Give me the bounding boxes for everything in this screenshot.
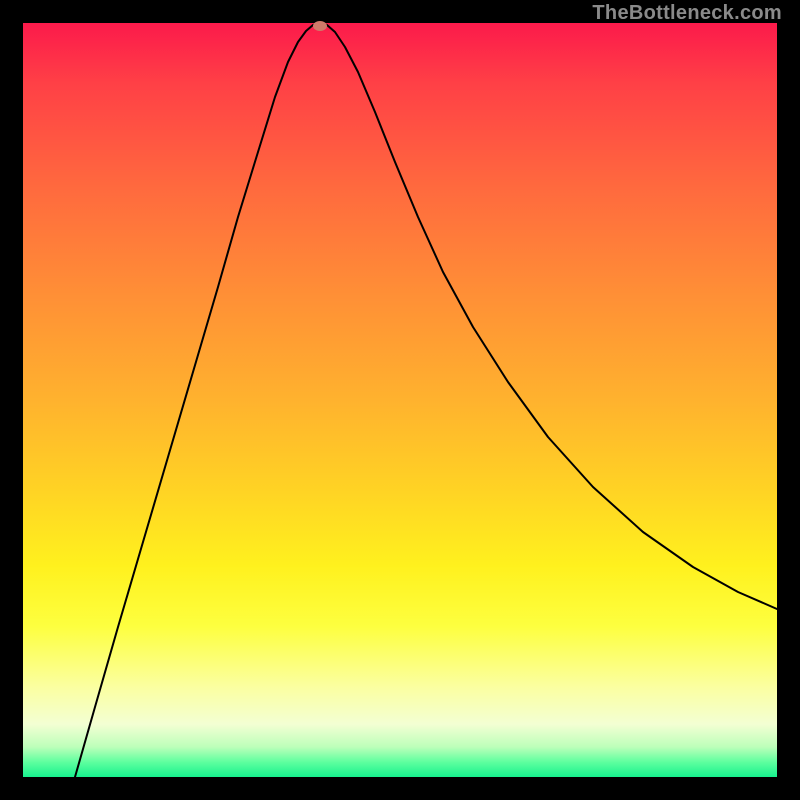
bottleneck-curve [75,23,777,777]
optimal-point-marker [313,21,327,31]
plot-area [23,23,777,777]
watermark-text: TheBottleneck.com [592,2,782,25]
curve-svg [23,23,777,777]
chart-container: TheBottleneck.com [0,0,800,800]
